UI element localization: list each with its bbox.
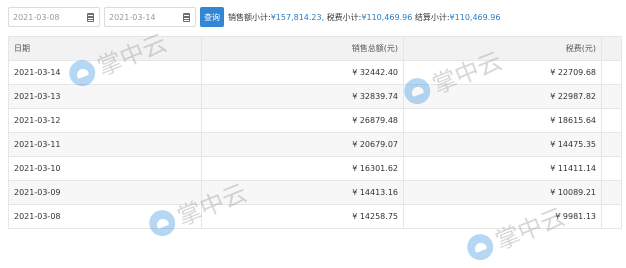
table-row: 2021-03-08 ¥ 14258.75 ¥ 9981.13	[9, 205, 621, 229]
sales-cell: ¥ 20679.07	[202, 133, 404, 156]
table-row: 2021-03-09 ¥ 14413.16 ¥ 10089.21	[9, 181, 621, 205]
sales-subtotal-value: ¥157,814.23,	[270, 13, 325, 22]
column-header-date[interactable]: 日期	[9, 37, 202, 60]
spacer-cell	[602, 133, 621, 156]
date-cell: 2021-03-09	[9, 181, 202, 204]
calendar-icon[interactable]	[87, 13, 94, 22]
spacer-cell	[602, 205, 621, 228]
spacer-cell	[602, 157, 621, 180]
calendar-icon[interactable]	[183, 13, 190, 22]
tax-cell: ¥ 9981.13	[404, 205, 602, 228]
sales-cell: ¥ 26879.48	[202, 109, 404, 132]
date-cell: 2021-03-08	[9, 205, 202, 228]
end-date-value: 2021-03-14	[109, 13, 156, 22]
table-row: 2021-03-10 ¥ 16301.62 ¥ 11411.14	[9, 157, 621, 181]
spacer-cell	[602, 61, 621, 84]
sales-cell: ¥ 32442.40	[202, 61, 404, 84]
spacer-cell	[602, 85, 621, 108]
date-cell: 2021-03-10	[9, 157, 202, 180]
tax-cell: ¥ 14475.35	[404, 133, 602, 156]
start-date-value: 2021-03-08	[13, 13, 60, 22]
table-row: 2021-03-13 ¥ 32839.74 ¥ 22987.82	[9, 85, 621, 109]
sales-cell: ¥ 16301.62	[202, 157, 404, 180]
sales-cell: ¥ 14258.75	[202, 205, 404, 228]
sales-cell: ¥ 32839.74	[202, 85, 404, 108]
tax-subtotal-value: ¥110,469.96	[361, 13, 413, 22]
table-header-row: 日期 销售总额(元) 税费(元)	[9, 37, 621, 61]
date-cell: 2021-03-13	[9, 85, 202, 108]
query-button[interactable]: 查询	[200, 7, 224, 27]
tax-cell: ¥ 11411.14	[404, 157, 602, 180]
column-header-tax[interactable]: 税费(元)	[404, 37, 602, 60]
table-row: 2021-03-14 ¥ 32442.40 ¥ 22709.68	[9, 61, 621, 85]
filter-toolbar: 2021-03-08 2021-03-14 查询 销售额小计:¥157,814.…	[0, 0, 626, 34]
watermark-logo-icon	[463, 229, 497, 264]
tax-subtotal-label: 税费小计:	[326, 13, 362, 22]
spacer-cell	[602, 109, 621, 132]
date-cell: 2021-03-11	[9, 133, 202, 156]
tax-cell: ¥ 10089.21	[404, 181, 602, 204]
date-cell: 2021-03-14	[9, 61, 202, 84]
column-header-sales[interactable]: 销售总额(元)	[202, 37, 404, 60]
spacer-cell	[602, 181, 621, 204]
sales-subtotal-label: 销售额小计:	[228, 13, 271, 22]
tax-cell: ¥ 22709.68	[404, 61, 602, 84]
column-header-spacer	[602, 37, 621, 60]
date-cell: 2021-03-12	[9, 109, 202, 132]
settle-subtotal-label: 结算小计:	[414, 13, 450, 22]
end-date-input[interactable]: 2021-03-14	[104, 7, 196, 27]
summary-bar: 销售额小计:¥157,814.23, 税费小计:¥110,469.96 结算小计…	[228, 12, 500, 23]
table-row: 2021-03-11 ¥ 20679.07 ¥ 14475.35	[9, 133, 621, 157]
sales-table: 日期 销售总额(元) 税费(元) 2021-03-14 ¥ 32442.40 ¥…	[8, 36, 622, 229]
tax-cell: ¥ 22987.82	[404, 85, 602, 108]
settle-subtotal-value: ¥110,469.96	[449, 13, 501, 22]
start-date-input[interactable]: 2021-03-08	[8, 7, 100, 27]
tax-cell: ¥ 18615.64	[404, 109, 602, 132]
table-row: 2021-03-12 ¥ 26879.48 ¥ 18615.64	[9, 109, 621, 133]
sales-cell: ¥ 14413.16	[202, 181, 404, 204]
